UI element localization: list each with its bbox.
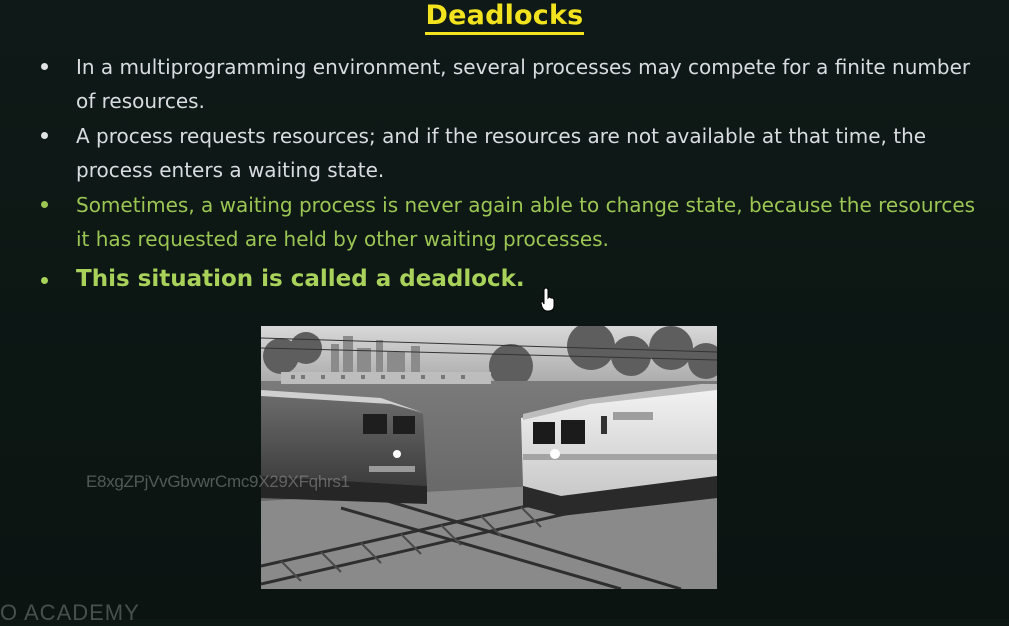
bullet-item: Sometimes, a waiting process is never ag… (40, 188, 985, 256)
trains-illustration (261, 326, 717, 589)
slide-title-text: Deadlocks (424, 0, 585, 35)
bullet-item: A process requests resources; and if the… (40, 119, 985, 187)
bullet-list: In a multiprogramming environment, sever… (40, 50, 985, 297)
bullet-text: This situation is called a deadlock. (76, 266, 525, 292)
bullet-dot-icon (41, 201, 48, 208)
two-trains-image (261, 326, 717, 589)
bullet-text: A process requests resources; and if the… (76, 124, 927, 182)
slide-title: Deadlocks (0, 0, 1009, 35)
bullet-dot-icon (41, 277, 48, 284)
brand-logo-text: O ACADEMY (0, 600, 140, 625)
hand-cursor-icon (540, 287, 555, 312)
bullet-text: Sometimes, a waiting process is never ag… (76, 193, 976, 251)
bullet-dot-icon (41, 132, 48, 139)
slide: Deadlocks In a multiprogramming environm… (0, 0, 1009, 625)
bullet-text: In a multiprogramming environment, sever… (76, 55, 971, 113)
watermark-text: E8xgZPjVvGbvwrCmc9X29XFqhrs1 (86, 472, 350, 491)
bullet-dot-icon (41, 63, 48, 70)
bullet-item: In a multiprogramming environment, sever… (40, 50, 985, 118)
bullet-item-highlight: This situation is called a deadlock. (40, 262, 985, 296)
